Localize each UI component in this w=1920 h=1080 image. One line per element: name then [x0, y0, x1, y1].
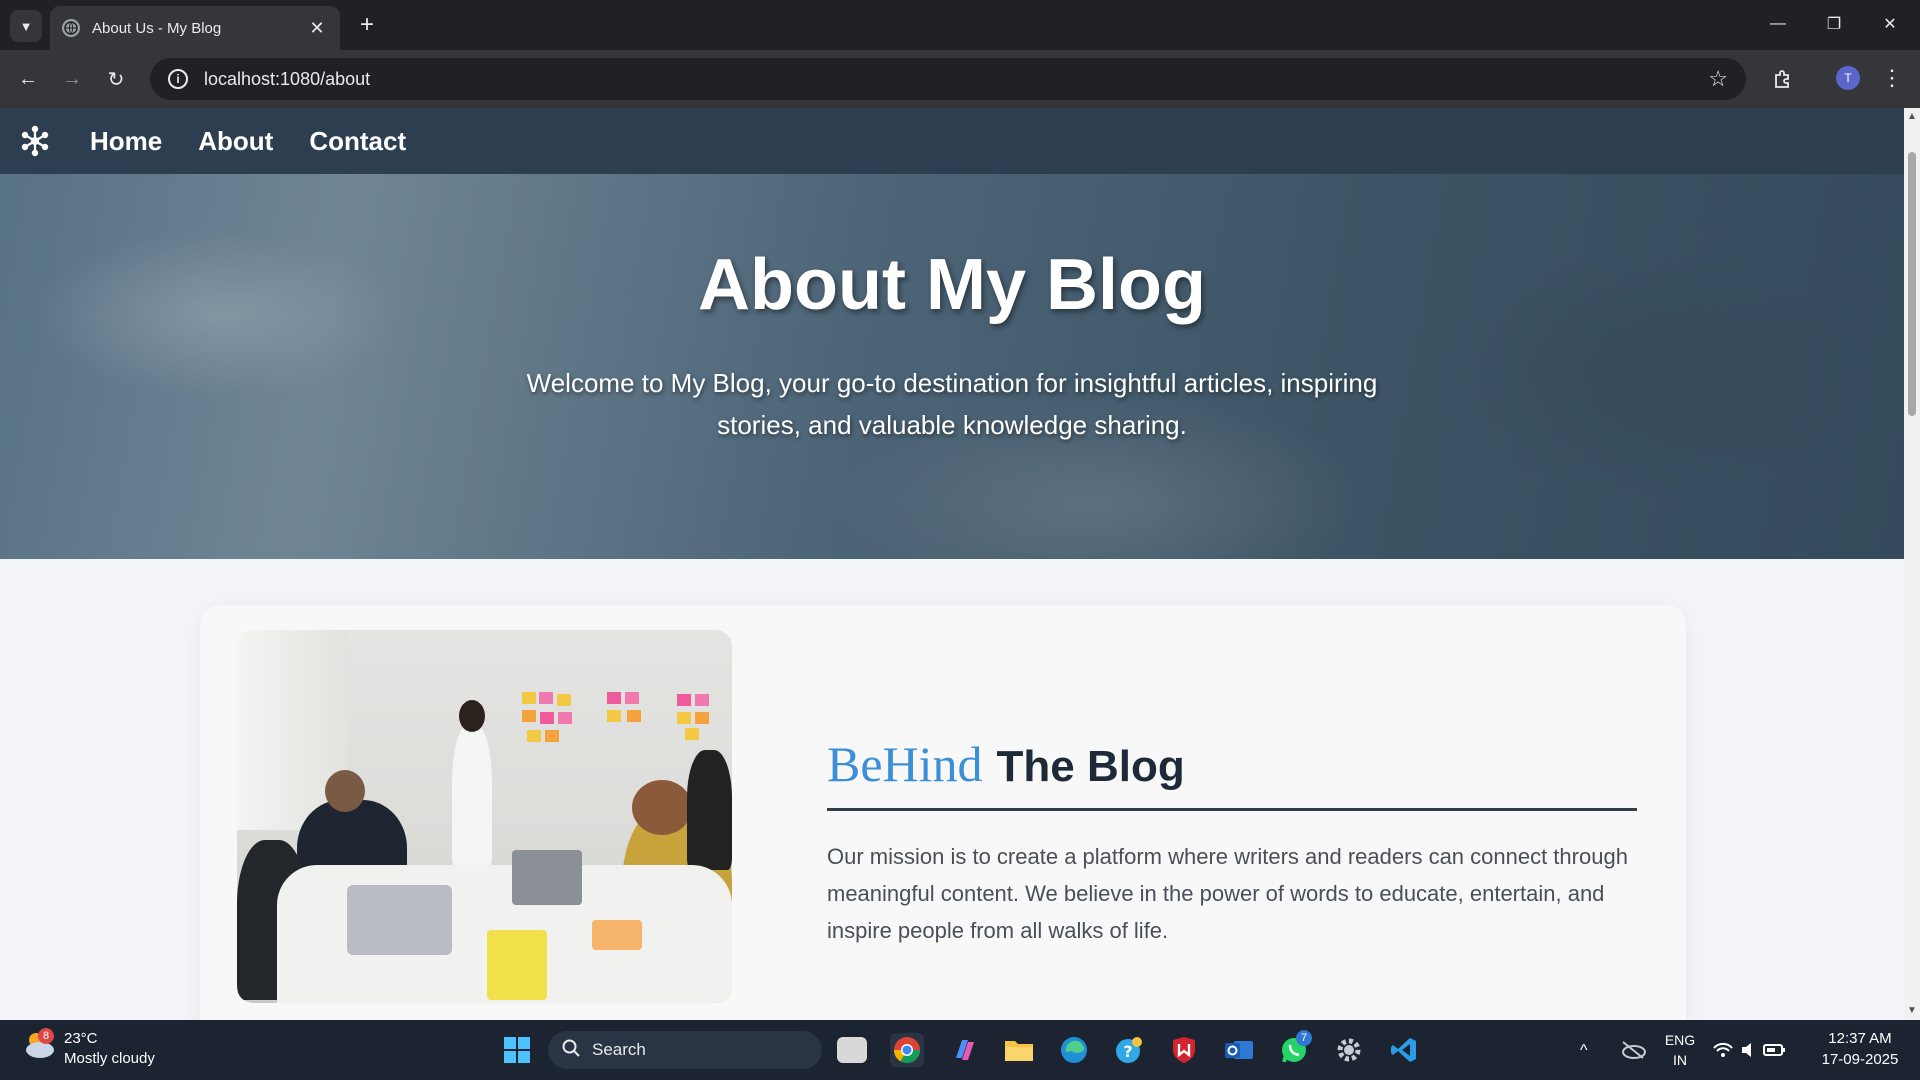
scroll-down-arrow-icon[interactable]: ▼	[1907, 1006, 1917, 1016]
forward-arrow-icon[interactable]: →	[56, 63, 88, 95]
network-volume-battery-icons[interactable]	[1710, 1033, 1790, 1067]
tray-overflow-chevron-icon[interactable]: ^	[1580, 1042, 1588, 1060]
tab-title: About Us - My Blog	[92, 19, 222, 37]
close-tab-icon[interactable]: ✕	[306, 18, 328, 39]
section-heading-script: BeHind	[827, 736, 983, 792]
whatsapp-badge: 7	[1296, 1030, 1312, 1046]
extensions-puzzle-icon[interactable]	[1768, 64, 1798, 94]
svg-text:?: ?	[1123, 1042, 1132, 1061]
chrome-icon[interactable]	[890, 1033, 924, 1067]
vscode-icon[interactable]	[1387, 1033, 1421, 1067]
help-icon[interactable]: ?	[1112, 1033, 1146, 1067]
onedrive-offline-icon[interactable]	[1616, 1033, 1650, 1067]
section-heading-main: The Blog	[996, 742, 1185, 791]
reload-icon[interactable]: ↻	[100, 63, 132, 95]
taskbar-search[interactable]: Search	[548, 1031, 822, 1069]
profile-avatar[interactable]: T	[1836, 66, 1860, 90]
weather-alert-badge: 8	[38, 1028, 54, 1044]
weather-description[interactable]: Mostly cloudy	[64, 1050, 155, 1067]
nav-link-about[interactable]: About	[198, 126, 273, 157]
mcafee-shield-icon[interactable]	[1167, 1033, 1201, 1067]
browser-toolbar: ← → ↻ i localhost:1080/about ☆	[0, 50, 1920, 108]
task-view-icon[interactable]	[837, 1037, 867, 1063]
bookmark-star-icon[interactable]: ☆	[1708, 66, 1728, 92]
clock-time[interactable]: 12:37 AM	[1810, 1030, 1910, 1047]
browser-tab-bar: ▼ About Us - My Blog ✕ + — ❐ ✕	[0, 0, 1920, 50]
scroll-thumb[interactable]	[1908, 152, 1916, 416]
globe-icon	[62, 19, 80, 37]
file-explorer-icon[interactable]	[1002, 1033, 1036, 1067]
close-window-button[interactable]: ✕	[1862, 0, 1918, 48]
copilot-icon[interactable]	[947, 1033, 981, 1067]
settings-gear-icon[interactable]	[1332, 1033, 1366, 1067]
address-url: localhost:1080/about	[204, 68, 371, 89]
section-heading: BeHind The Blog	[827, 735, 1185, 793]
team-meeting-photo	[237, 630, 732, 1003]
mission-text: Our mission is to create a platform wher…	[827, 844, 1628, 943]
page-viewport: Home About Contact About My Blog Welcome…	[0, 108, 1904, 1020]
active-tab[interactable]: About Us - My Blog ✕	[50, 6, 340, 50]
page-scrollbar[interactable]: ▲ ▼	[1904, 108, 1920, 1020]
back-arrow-icon[interactable]: ←	[12, 63, 44, 95]
restore-button[interactable]: ❐	[1806, 0, 1862, 48]
about-card: BeHind The Blog Our mission is to create…	[200, 605, 1686, 1020]
scroll-up-arrow-icon[interactable]: ▲	[1907, 112, 1917, 122]
hero-banner: About My Blog Welcome to My Blog, your g…	[0, 174, 1904, 559]
clock-date[interactable]: 17-09-2025	[1810, 1051, 1910, 1068]
edge-icon[interactable]	[1057, 1033, 1091, 1067]
search-icon	[562, 1039, 580, 1062]
address-bar[interactable]: i localhost:1080/about ☆	[150, 58, 1746, 100]
outlook-icon[interactable]	[1222, 1033, 1256, 1067]
site-info-icon[interactable]: i	[168, 69, 188, 89]
language-code[interactable]: ENG	[1660, 1032, 1700, 1048]
browser-menu-icon[interactable]: ⋮	[1880, 62, 1904, 94]
tab-search-button[interactable]: ▼	[10, 10, 42, 42]
weather-temperature[interactable]: 23°C	[64, 1030, 98, 1047]
language-region[interactable]: IN	[1660, 1052, 1700, 1068]
nav-link-contact[interactable]: Contact	[309, 126, 406, 157]
new-tab-button[interactable]: +	[352, 10, 382, 40]
network-logo-icon[interactable]	[18, 124, 52, 158]
windows-start-icon[interactable]	[500, 1033, 534, 1067]
heading-divider	[827, 808, 1637, 811]
chevron-down-icon: ▼	[19, 18, 33, 34]
search-label: Search	[592, 1040, 646, 1059]
site-navbar: Home About Contact	[0, 108, 1904, 174]
hero-subtitle: Welcome to My Blog, your go-to destinati…	[526, 368, 1378, 440]
minimize-button[interactable]: —	[1750, 0, 1806, 48]
nav-link-home[interactable]: Home	[90, 126, 162, 157]
hero-title: About My Blog	[698, 245, 1206, 325]
